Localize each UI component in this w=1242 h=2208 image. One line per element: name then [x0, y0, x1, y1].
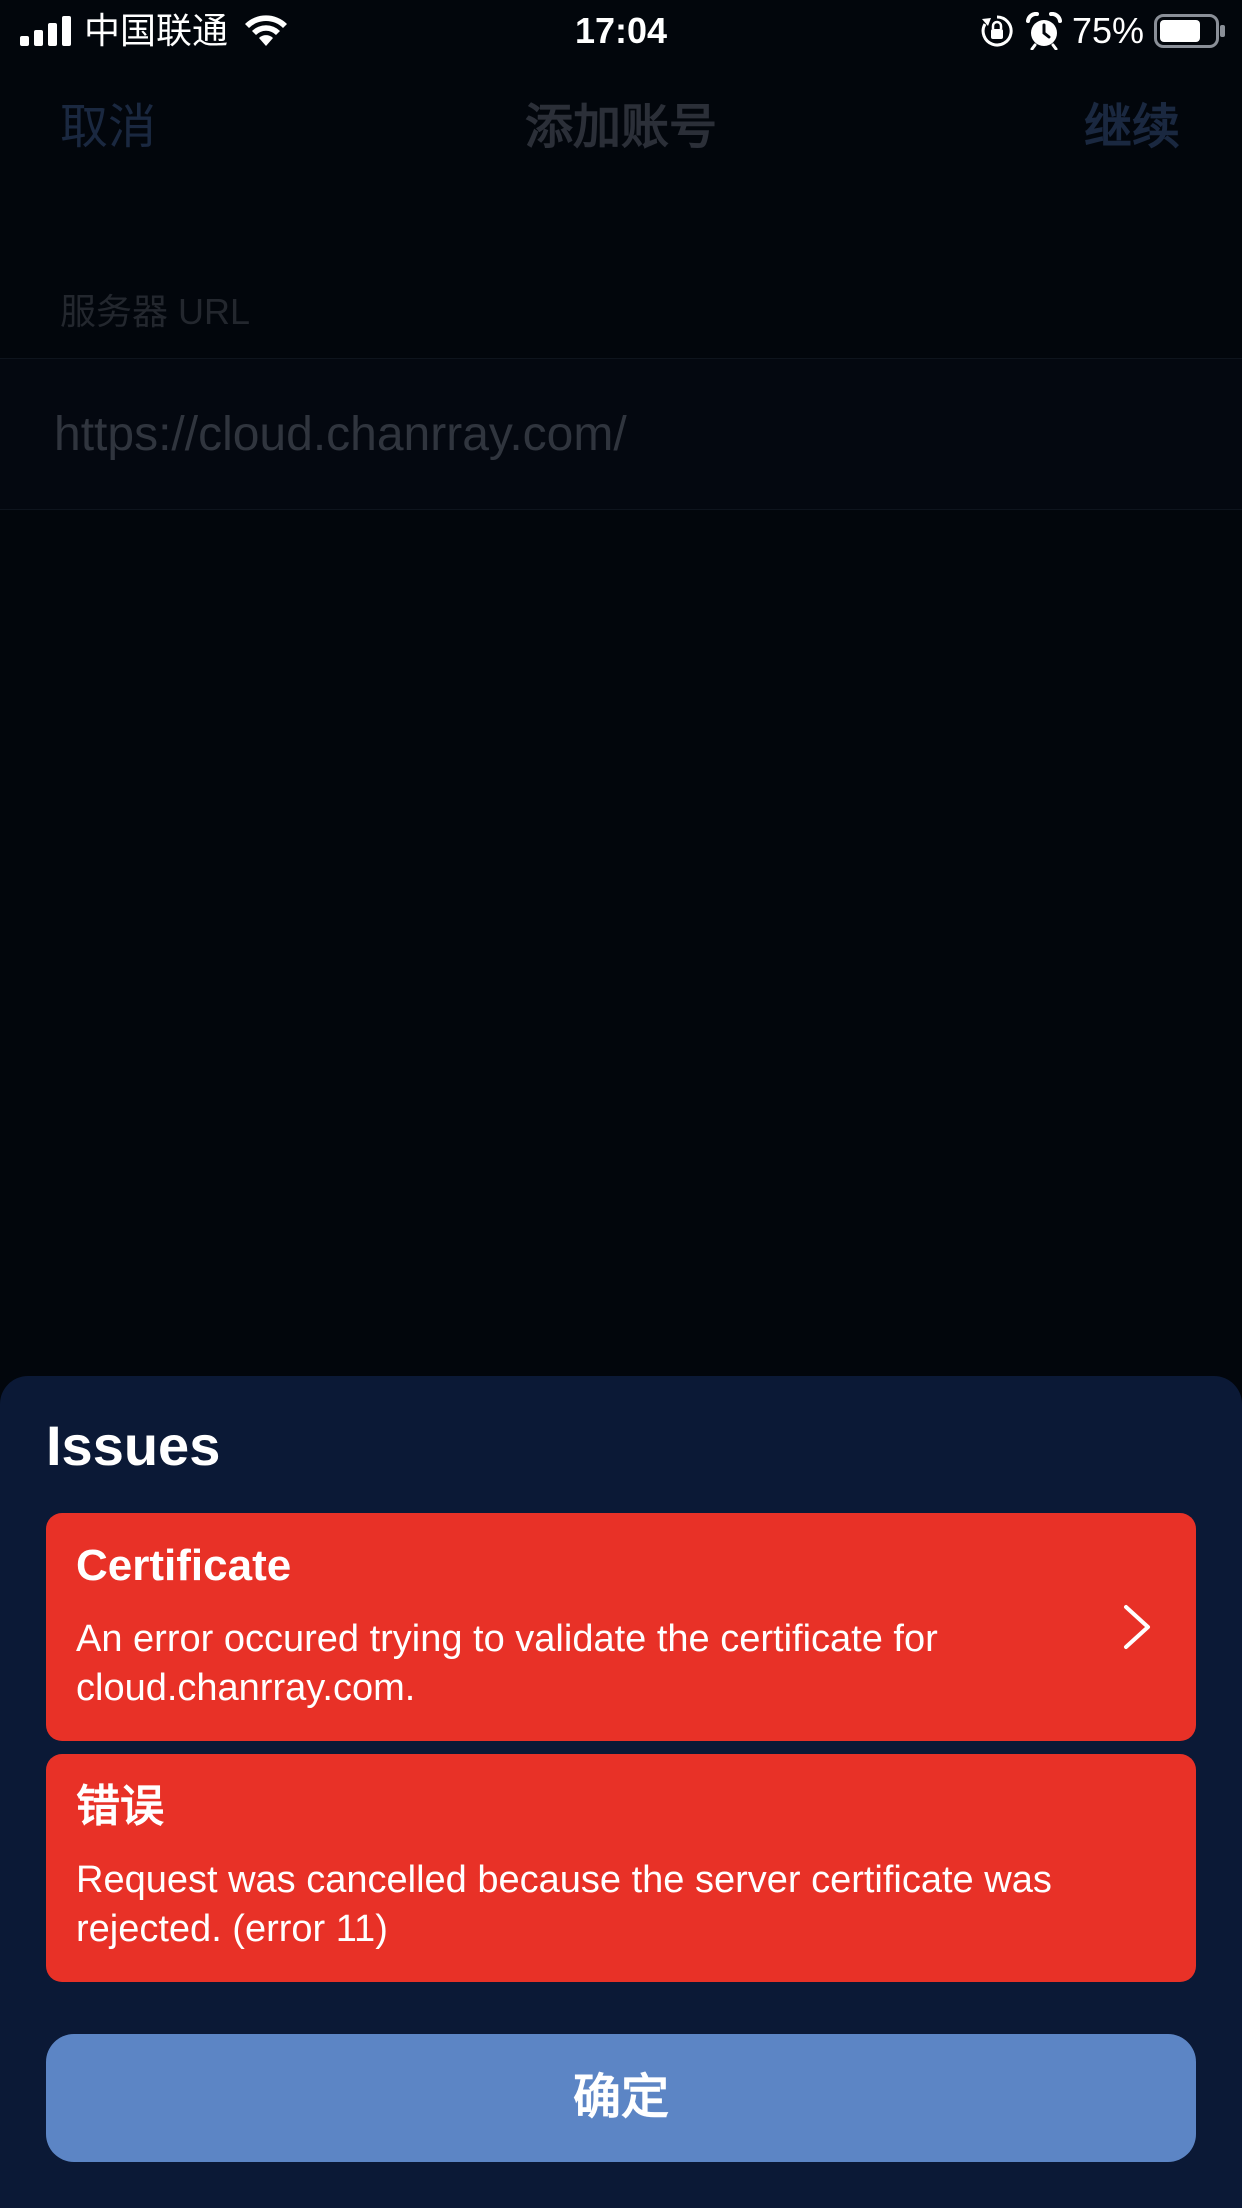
page-title: 添加账号 — [524, 101, 717, 154]
nav-bar: 取消 添加账号 继续 — [0, 62, 1242, 192]
rotation-lock-icon — [981, 15, 1013, 47]
issue-message: Request was cancelled because the server… — [76, 1859, 1052, 1950]
screen: 中国联通 17:04 75% 取消 添加账号 继续 服务器 URL https:… — [0, 0, 1242, 2208]
issue-message: An error occured trying to validate the … — [76, 1618, 938, 1709]
server-url-input[interactable] — [54, 405, 1184, 465]
server-url-row — [0, 358, 1242, 510]
chevron-right-icon — [1124, 1605, 1150, 1649]
issue-title: 错误 — [76, 1782, 164, 1831]
issues-sheet: Issues Certificate An error occured tryi… — [0, 1376, 1242, 2208]
continue-button[interactable]: 继续 — [1084, 98, 1180, 158]
sheet-title: Issues — [46, 1414, 221, 1477]
certificate-issue-card[interactable]: Certificate An error occured trying to v… — [46, 1513, 1196, 1741]
status-bar: 中国联通 17:04 75% — [0, 0, 1242, 62]
alarm-icon — [1026, 12, 1062, 50]
server-url-label: 服务器 URL — [60, 291, 251, 332]
battery-percent: 75% — [1072, 10, 1145, 51]
confirm-button[interactable]: 确定 — [46, 2034, 1196, 2162]
battery-icon — [1154, 14, 1225, 48]
error-issue-card: 错误 Request was cancelled because the ser… — [46, 1754, 1196, 1982]
issue-title: Certificate — [76, 1541, 292, 1590]
